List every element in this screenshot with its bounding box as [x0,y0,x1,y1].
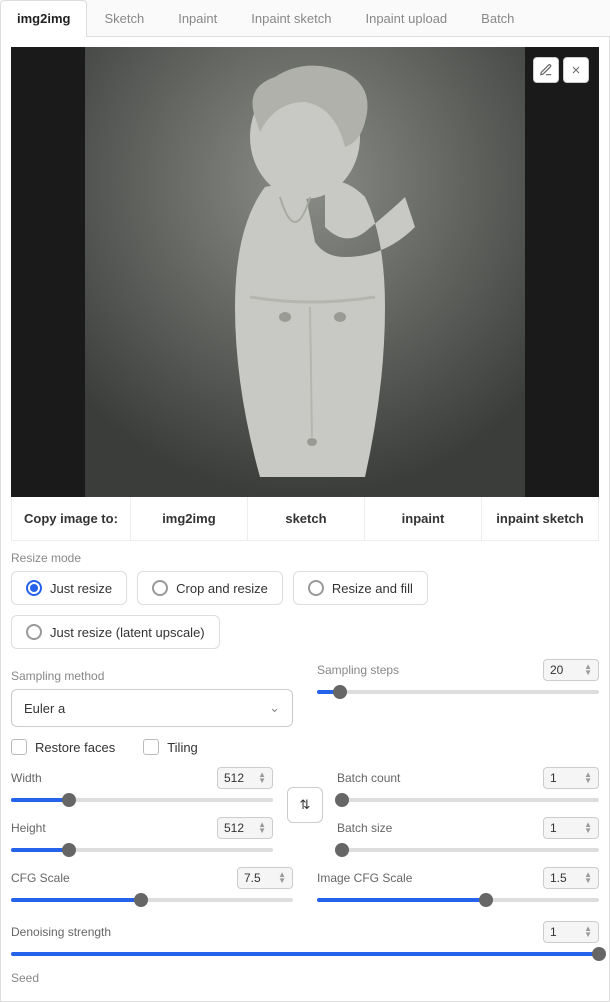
copy-to-inpaint-sketch[interactable]: inpaint sketch [481,497,598,540]
spinner-icon: ▲▼ [584,664,592,676]
denoise-input[interactable]: 1▲▼ [543,921,599,943]
width-slider[interactable] [11,793,273,807]
restore-faces-checkbox[interactable]: Restore faces [11,739,115,755]
copy-to-img2img[interactable]: img2img [130,497,247,540]
spinner-icon: ▲▼ [258,772,266,784]
spinner-icon: ▲▼ [584,772,592,784]
swap-dimensions-button[interactable]: ⇅ [287,787,323,823]
tab-bar: img2img Sketch Inpaint Inpaint sketch In… [0,0,610,37]
edit-icon[interactable] [533,57,559,83]
resize-just-resize[interactable]: Just resize [11,571,127,605]
batch-count-slider[interactable] [337,793,599,807]
spinner-icon: ▲▼ [258,822,266,834]
batch-size-label: Batch size [337,821,392,835]
tab-img2img[interactable]: img2img [0,0,87,37]
checkbox-icon [11,739,27,755]
close-icon[interactable] [563,57,589,83]
seed-label: Seed [11,971,599,985]
copy-to-inpaint[interactable]: inpaint [364,497,481,540]
denoise-label: Denoising strength [11,925,111,939]
image-cfg-input[interactable]: 1.5▲▼ [543,867,599,889]
tab-inpaint-sketch[interactable]: Inpaint sketch [234,0,348,36]
batch-size-input[interactable]: 1▲▼ [543,817,599,839]
batch-size-slider[interactable] [337,843,599,857]
tab-inpaint[interactable]: Inpaint [161,0,234,36]
spinner-icon: ▲▼ [584,926,592,938]
height-slider[interactable] [11,843,273,857]
denoise-slider[interactable] [11,947,599,961]
sampling-method-select[interactable]: Euler a ⌄ [11,689,293,727]
tab-inpaint-upload[interactable]: Inpaint upload [348,0,464,36]
resize-crop[interactable]: Crop and resize [137,571,283,605]
cfg-label: CFG Scale [11,871,70,885]
batch-count-label: Batch count [337,771,400,785]
spinner-icon: ▲▼ [278,872,286,884]
resize-fill[interactable]: Resize and fill [293,571,428,605]
radio-icon [308,580,324,596]
cfg-input[interactable]: 7.5▲▼ [237,867,293,889]
sampling-method-label: Sampling method [11,669,293,683]
tab-batch[interactable]: Batch [464,0,531,36]
sampling-steps-input[interactable]: 20▲▼ [543,659,599,681]
main-panel: Copy image to: img2img sketch inpaint in… [0,37,610,1002]
sampling-steps-label: Sampling steps [317,663,399,677]
copy-label: Copy image to: [12,497,130,540]
sampling-steps-slider[interactable] [317,685,599,699]
width-input[interactable]: 512▲▼ [217,767,273,789]
cfg-slider[interactable] [11,893,293,907]
height-input[interactable]: 512▲▼ [217,817,273,839]
image-cfg-label: Image CFG Scale [317,871,412,885]
resize-mode-group: Just resize Crop and resize Resize and f… [11,571,599,649]
source-image[interactable] [11,47,599,497]
copy-image-row: Copy image to: img2img sketch inpaint in… [11,497,599,541]
radio-icon [26,624,42,640]
radio-icon [26,580,42,596]
batch-count-input[interactable]: 1▲▼ [543,767,599,789]
copy-to-sketch[interactable]: sketch [247,497,364,540]
width-label: Width [11,771,42,785]
checkbox-icon [143,739,159,755]
chevron-down-icon: ⌄ [269,700,280,716]
resize-mode-label: Resize mode [11,551,599,565]
tiling-checkbox[interactable]: Tiling [143,739,198,755]
spinner-icon: ▲▼ [584,872,592,884]
tab-sketch[interactable]: Sketch [87,0,161,36]
spinner-icon: ▲▼ [584,822,592,834]
radio-icon [152,580,168,596]
image-cfg-slider[interactable] [317,893,599,907]
resize-latent[interactable]: Just resize (latent upscale) [11,615,220,649]
height-label: Height [11,821,46,835]
